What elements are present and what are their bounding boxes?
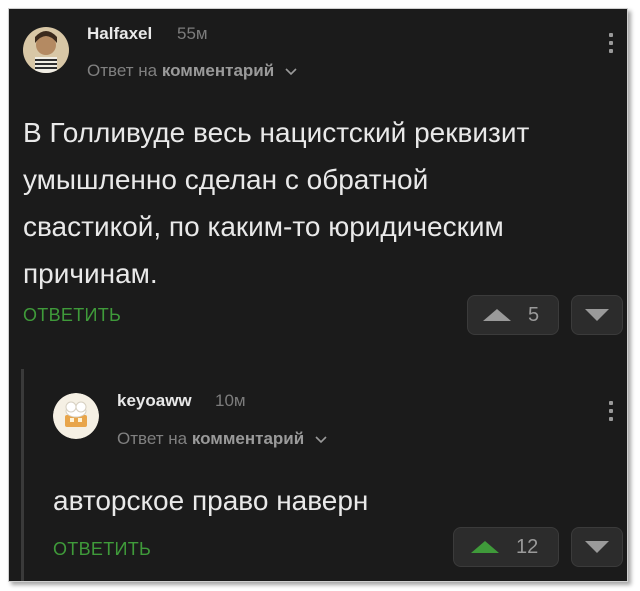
reply-prefix: Ответ на	[117, 429, 188, 448]
timestamp: 55м	[177, 24, 208, 43]
more-options-icon[interactable]	[607, 33, 615, 57]
comment-text: авторское право наверн	[53, 477, 613, 524]
comment-text-line: свастикой, по каким-то юридическим	[23, 211, 504, 242]
upvote-button[interactable]: 5	[467, 295, 559, 335]
reply-button[interactable]: ОТВЕТИТЬ	[53, 539, 151, 560]
reply-context[interactable]: Ответ на комментарий	[117, 429, 327, 449]
comment-text-line: умышленно сделан с обратной	[23, 164, 429, 195]
triangle-down-icon	[585, 309, 609, 321]
timestamp: 10м	[215, 391, 246, 410]
avatar[interactable]	[23, 27, 69, 73]
user-photo-icon	[23, 27, 69, 73]
chevron-down-icon	[285, 63, 297, 79]
reply-button[interactable]: ОТВЕТИТЬ	[23, 305, 121, 326]
user-avatar-icon	[53, 393, 99, 439]
avatar[interactable]	[53, 393, 99, 439]
comment-text-line: В Голливуде весь нацистский реквизит	[23, 117, 530, 148]
username[interactable]: Halfaxel	[87, 24, 152, 44]
triangle-up-icon	[471, 541, 499, 553]
comment-text-line: авторское право наверн	[53, 485, 369, 516]
triangle-down-icon	[585, 541, 609, 553]
downvote-button[interactable]	[571, 295, 623, 335]
comment-text-line: причинам.	[23, 258, 158, 289]
comments-panel: Halfaxel 55м Ответ на комментарий В Голл…	[9, 9, 627, 581]
username[interactable]: keyoaww	[117, 391, 192, 411]
comment-text: В Голливуде весь нацистский реквизит умы…	[23, 109, 613, 297]
screenshot-frame: Halfaxel 55м Ответ на комментарий В Голл…	[8, 8, 628, 582]
reply-context[interactable]: Ответ на комментарий	[87, 61, 297, 81]
reply-target: комментарий	[161, 61, 275, 80]
reply-prefix: Ответ на	[87, 61, 158, 80]
rating-count: 5	[528, 304, 540, 326]
downvote-button[interactable]	[571, 527, 623, 567]
thread-line	[21, 369, 24, 581]
reply-target: комментарий	[191, 429, 305, 448]
chevron-down-icon	[315, 431, 327, 447]
rating-count: 12	[516, 536, 539, 558]
more-options-icon[interactable]	[607, 401, 615, 425]
triangle-up-icon	[483, 309, 511, 321]
upvote-button[interactable]: 12	[453, 527, 559, 567]
